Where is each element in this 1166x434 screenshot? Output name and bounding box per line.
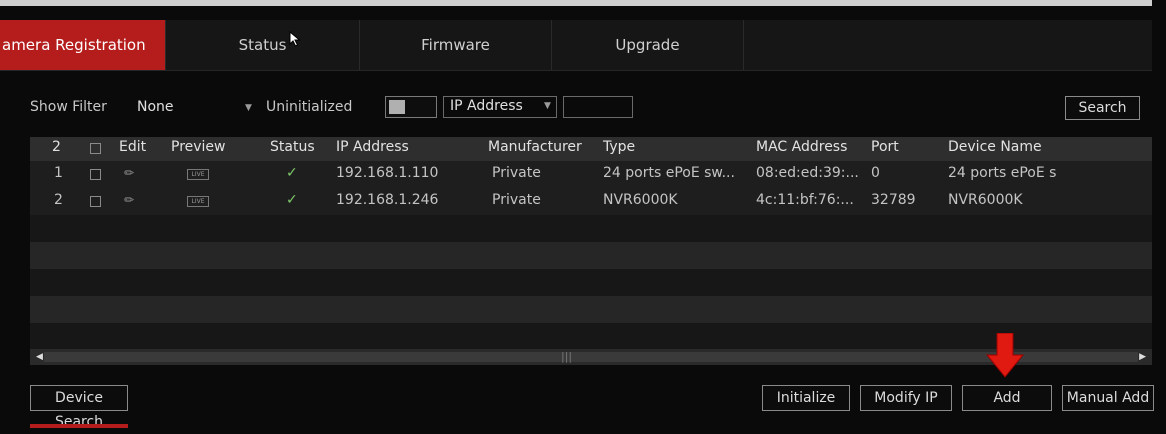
table-row[interactable]: 2 ✏ LIVE ✓ 192.168.1.246 Private NVR6000… (30, 188, 1152, 215)
col-device-name: Device Name (948, 139, 1042, 155)
empty-row (30, 296, 1152, 323)
check-icon: ✓ (286, 165, 298, 181)
col-port: Port (871, 139, 899, 155)
manual-add-button[interactable]: Manual Add (1062, 385, 1154, 411)
field-select[interactable]: IP Address ▼ (443, 96, 557, 118)
field-select-value: IP Address (450, 98, 523, 114)
toggle-knob (389, 100, 405, 114)
tab-firmware[interactable]: Firmware (360, 20, 552, 70)
row-number: 1 (54, 165, 63, 181)
device-search-button[interactable]: Device Search (30, 385, 128, 430)
tab-camera-registration[interactable]: amera Registration (0, 20, 166, 70)
device-table: 2 Edit Preview Status IP Address Manufac… (30, 137, 1152, 349)
device-type: NVR6000K (603, 192, 678, 208)
device-name: 24 ports ePoE s (948, 165, 1057, 181)
pencil-icon[interactable]: ✏ (124, 193, 134, 207)
check-icon: ✓ (286, 192, 298, 208)
add-button[interactable]: Add (962, 385, 1052, 411)
empty-row (30, 242, 1152, 269)
initialize-button[interactable]: Initialize (762, 385, 850, 411)
uninitialized-label: Uninitialized (266, 99, 353, 115)
tab-status[interactable]: Status (166, 20, 360, 70)
chevron-down-icon: ▼ (544, 101, 551, 111)
row-checkbox[interactable] (90, 169, 101, 180)
col-manufacturer: Manufacturer (488, 139, 582, 155)
port: 0 (871, 165, 880, 181)
tab-bar: amera Registration Status Firmware Upgra… (0, 20, 1152, 71)
mac-address: 08:ed:ed:39:... (756, 165, 859, 181)
mouse-cursor-icon (289, 31, 301, 47)
horizontal-scrollbar[interactable]: ◀ ||| ▶ (30, 349, 1152, 365)
col-preview: Preview (171, 139, 226, 155)
filter-dropdown[interactable]: None (137, 99, 174, 115)
port: 32789 (871, 192, 916, 208)
top-strip (0, 0, 1152, 6)
tab-upgrade[interactable]: Upgrade (552, 20, 744, 70)
empty-row (30, 269, 1152, 296)
search-button[interactable]: Search (1065, 96, 1140, 120)
ip-address: 192.168.1.246 (336, 192, 439, 208)
mac-address: 4c:11:bf:76:... (756, 192, 854, 208)
select-all-checkbox[interactable] (90, 143, 101, 154)
search-input[interactable] (563, 96, 633, 118)
col-count: 2 (52, 139, 61, 155)
pencil-icon[interactable]: ✏ (124, 166, 134, 180)
table-row[interactable]: 1 ✏ LIVE ✓ 192.168.1.110 Private 24 port… (30, 161, 1152, 188)
show-filter-label: Show Filter (30, 99, 107, 115)
accent-bar (30, 424, 128, 428)
empty-row (30, 323, 1152, 350)
chevron-down-icon[interactable]: ▼ (245, 103, 252, 113)
modify-ip-button[interactable]: Modify IP (860, 385, 952, 411)
uninitialized-toggle[interactable] (385, 96, 437, 118)
col-type: Type (603, 139, 636, 155)
row-number: 2 (54, 192, 63, 208)
live-preview-icon[interactable]: LIVE (187, 196, 209, 207)
empty-row (30, 215, 1152, 242)
row-checkbox[interactable] (90, 196, 101, 207)
table-header: 2 Edit Preview Status IP Address Manufac… (30, 137, 1152, 161)
col-edit: Edit (119, 139, 147, 155)
scroll-grip-icon: ||| (561, 350, 573, 363)
device-name: NVR6000K (948, 192, 1023, 208)
col-ip-address: IP Address (336, 139, 409, 155)
scroll-left-icon[interactable]: ◀ (36, 349, 43, 365)
col-status: Status (270, 139, 315, 155)
col-mac-address: MAC Address (756, 139, 848, 155)
scroll-right-icon[interactable]: ▶ (1139, 349, 1146, 365)
scrollbar-thumb[interactable] (44, 352, 1138, 362)
device-type: 24 ports ePoE sw... (603, 165, 735, 181)
ip-address: 192.168.1.110 (336, 165, 439, 181)
live-preview-icon[interactable]: LIVE (187, 169, 209, 180)
manufacturer: Private (492, 165, 541, 181)
manufacturer: Private (492, 192, 541, 208)
red-arrow-icon (985, 333, 1025, 378)
